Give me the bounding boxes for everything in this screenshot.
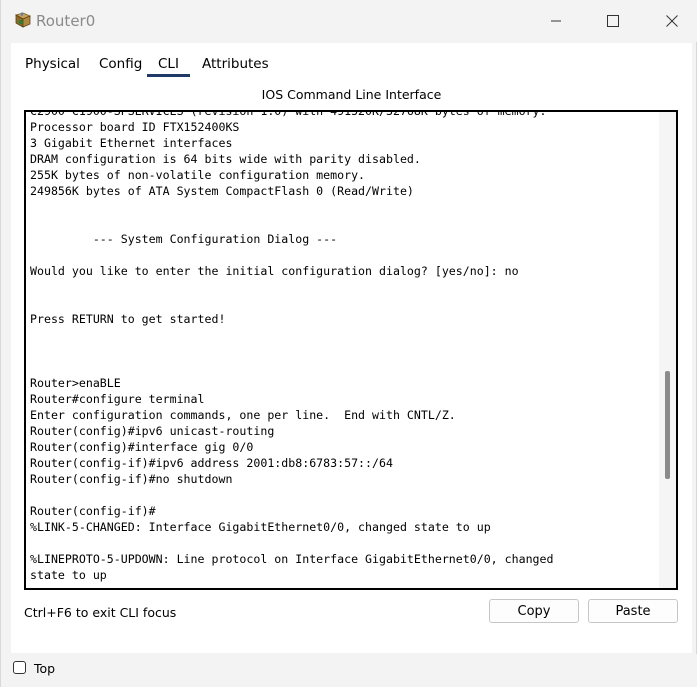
cli-scrollbar-thumb[interactable] bbox=[665, 371, 670, 479]
tab-attributes[interactable]: Attributes bbox=[202, 56, 269, 72]
cli-focus-hint: Ctrl+F6 to exit CLI focus bbox=[24, 605, 177, 620]
bottom-bar bbox=[1, 654, 697, 687]
router-window: Router0 Physical Config CLI Attributes I… bbox=[0, 0, 697, 687]
cli-scrollbar[interactable] bbox=[659, 112, 676, 588]
top-checkbox[interactable] bbox=[13, 661, 26, 674]
tab-bar: Physical Config CLI Attributes bbox=[11, 43, 692, 79]
paste-button[interactable]: Paste bbox=[588, 599, 678, 623]
cli-terminal[interactable]: C2900 C1900-SPSERVICES (revision 1.0) wi… bbox=[24, 110, 678, 590]
active-tab-indicator bbox=[147, 74, 190, 77]
maximize-icon bbox=[607, 15, 619, 27]
copy-button[interactable]: Copy bbox=[489, 599, 579, 623]
cli-output[interactable]: C2900 C1900-SPSERVICES (revision 1.0) wi… bbox=[30, 112, 554, 583]
window-title: Router0 bbox=[36, 12, 96, 30]
maximize-button[interactable] bbox=[590, 6, 636, 36]
tab-config[interactable]: Config bbox=[99, 56, 142, 72]
top-checkbox-label: Top bbox=[34, 661, 56, 676]
device-panel: Physical Config CLI Attributes IOS Comma… bbox=[11, 43, 692, 653]
tab-physical[interactable]: Physical bbox=[25, 56, 80, 72]
tab-cli[interactable]: CLI bbox=[158, 56, 179, 72]
router-icon bbox=[13, 11, 33, 31]
minimize-button[interactable] bbox=[533, 6, 579, 36]
close-button[interactable] bbox=[649, 6, 695, 36]
title-bar[interactable]: Router0 bbox=[1, 0, 697, 42]
close-icon bbox=[666, 15, 678, 27]
cli-header: IOS Command Line Interface bbox=[261, 87, 442, 102]
minimize-icon bbox=[550, 15, 562, 27]
